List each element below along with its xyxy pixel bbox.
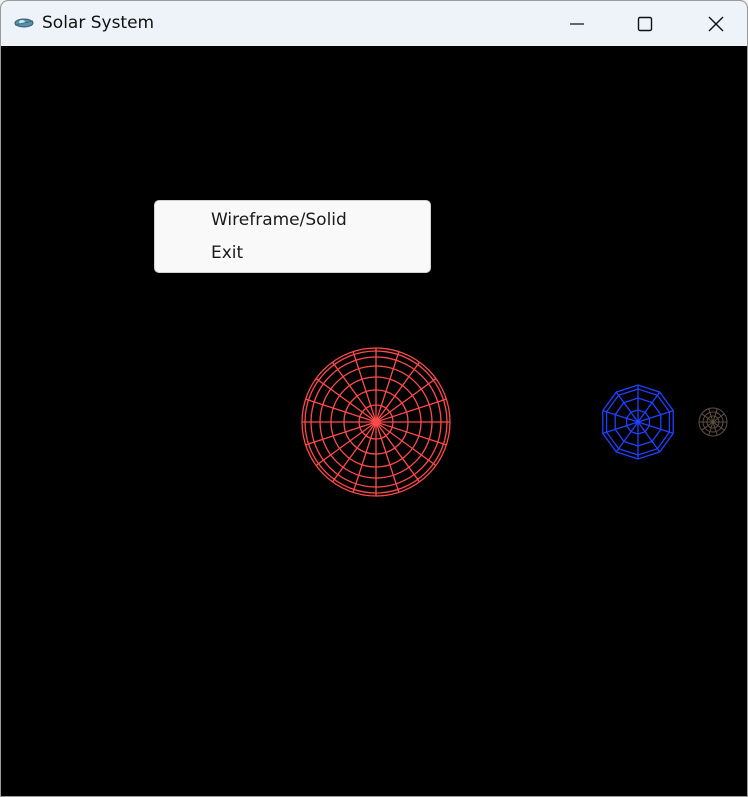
title-bar[interactable]: Solar System (1, 1, 747, 46)
moon-wireframe (698, 407, 728, 437)
menu-item-exit[interactable]: Exit (159, 238, 426, 268)
close-icon (708, 16, 724, 32)
window-title: Solar System (42, 13, 155, 33)
render-canvas[interactable] (1, 46, 747, 796)
sun-wireframe (301, 347, 451, 497)
earth-wireframe (602, 384, 674, 460)
satellite-icon (13, 14, 35, 32)
minimize-button[interactable] (542, 1, 612, 46)
close-button[interactable] (681, 1, 747, 46)
menu-item-wireframe-solid[interactable]: Wireframe/Solid (159, 205, 426, 235)
app-window: Solar System Wireframe/Solid Exit (0, 0, 748, 797)
minimize-icon (569, 16, 585, 32)
context-menu: Wireframe/Solid Exit (154, 200, 431, 273)
maximize-button[interactable] (610, 1, 680, 46)
maximize-icon (637, 16, 653, 32)
